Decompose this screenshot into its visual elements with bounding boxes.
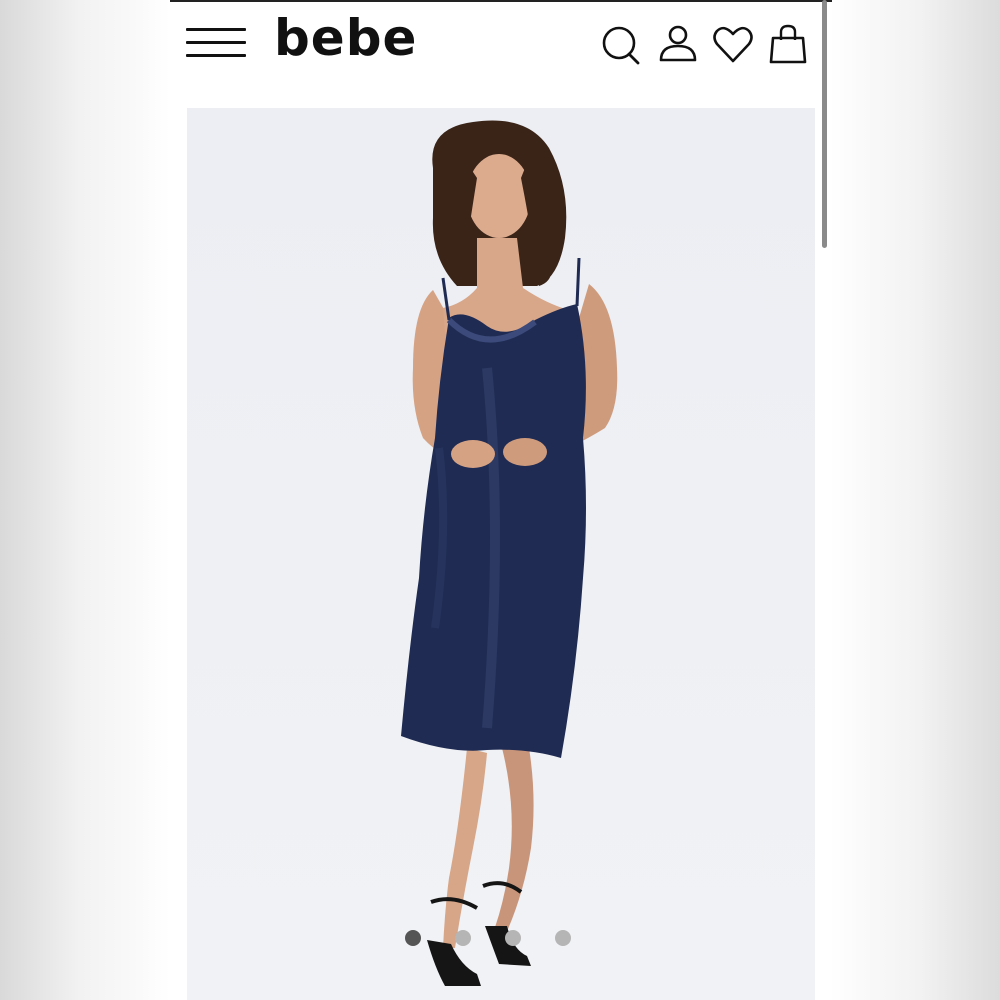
shopping-bag-icon[interactable]	[767, 22, 809, 66]
carousel-dot-3[interactable]	[505, 930, 521, 946]
site-header: bebe	[170, 2, 832, 90]
mobile-viewport: bebe	[170, 0, 832, 1000]
wishlist-heart-icon[interactable]	[712, 22, 754, 66]
carousel-dot-4[interactable]	[555, 930, 571, 946]
scrollbar-thumb[interactable]	[822, 0, 827, 248]
brand-logo[interactable]: bebe	[274, 8, 417, 68]
search-icon[interactable]	[600, 22, 642, 66]
product-image-carousel[interactable]	[187, 108, 815, 1000]
account-icon[interactable]	[657, 22, 699, 66]
product-photo	[401, 120, 618, 986]
menu-icon[interactable]	[186, 26, 246, 60]
carousel-dot-1[interactable]	[405, 930, 421, 946]
carousel-dot-2[interactable]	[455, 930, 471, 946]
